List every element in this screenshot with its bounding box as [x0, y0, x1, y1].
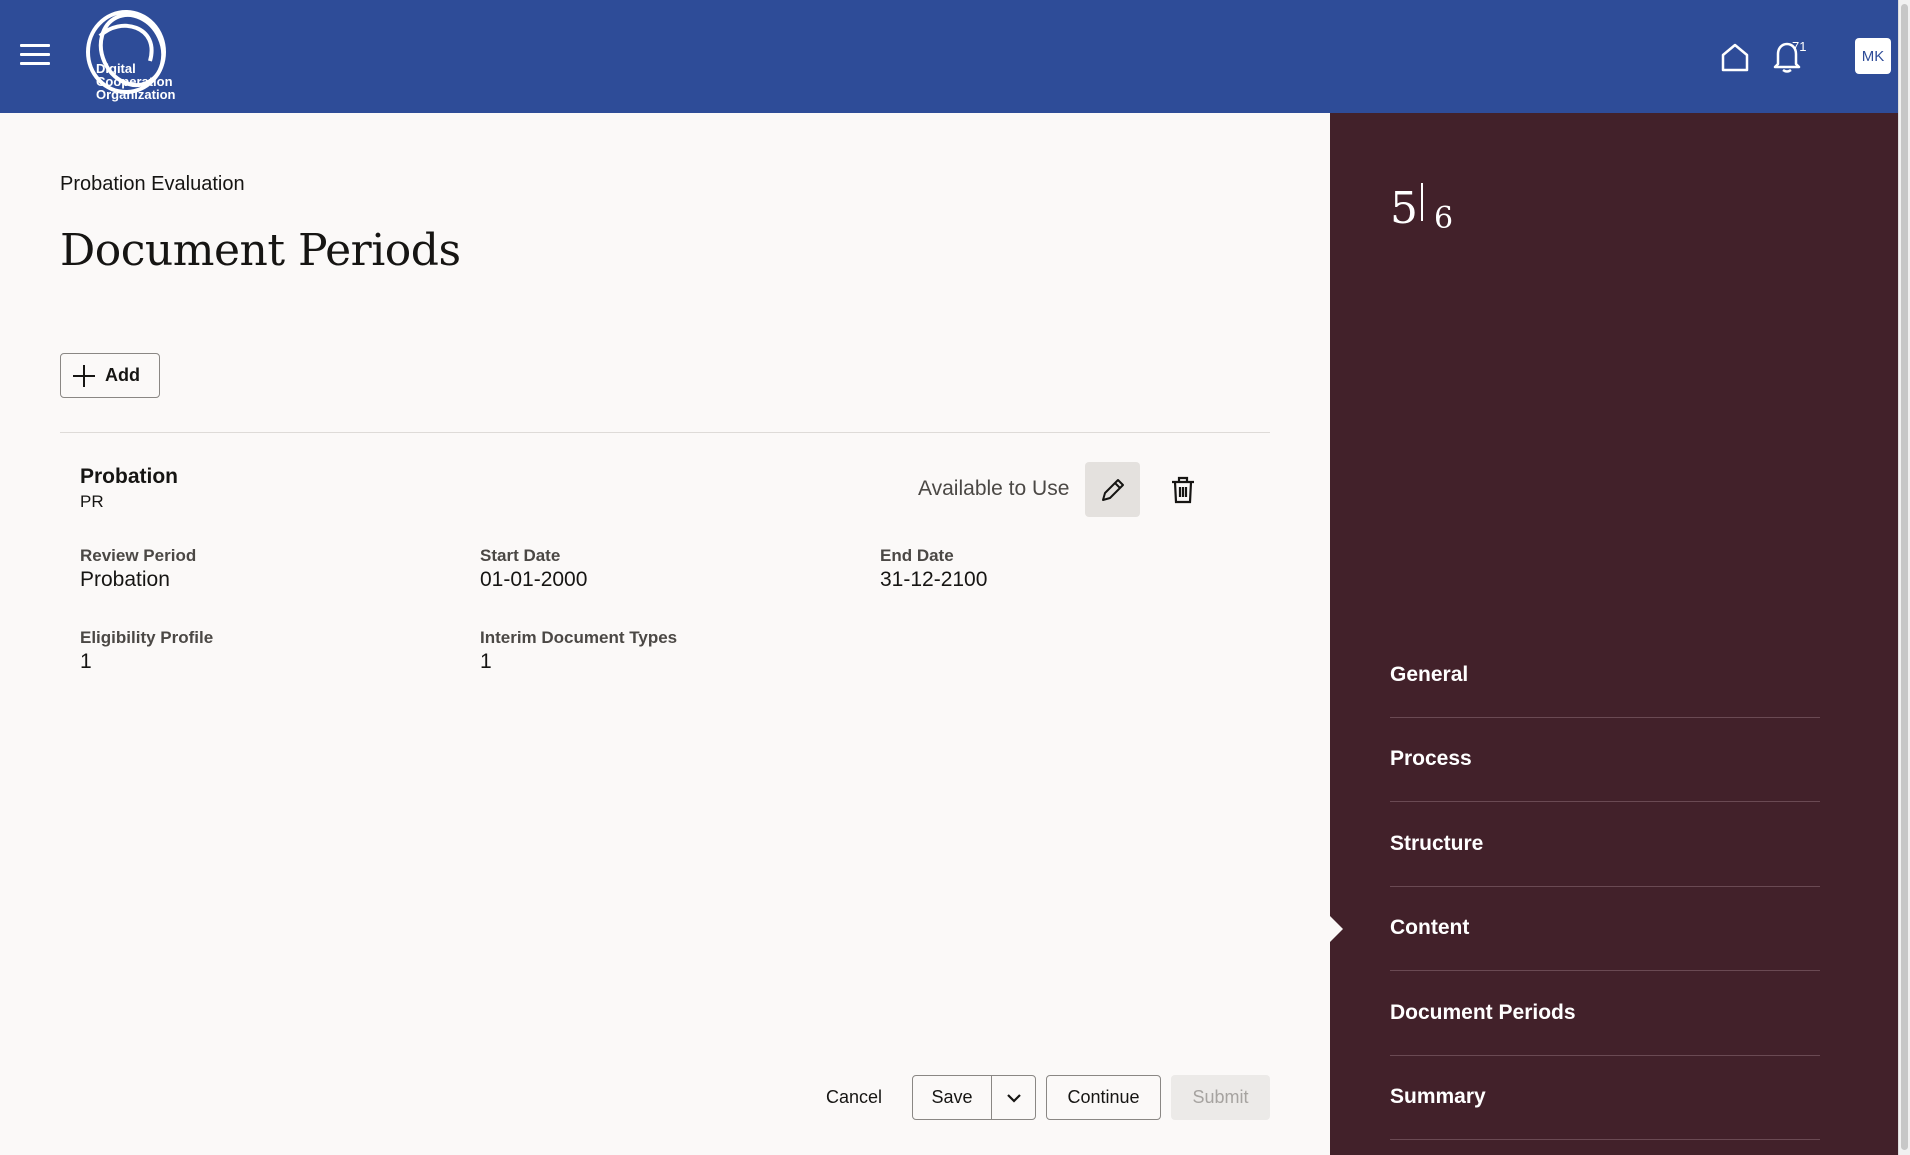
- review-period-label: Review Period: [80, 546, 197, 565]
- step-document-periods[interactable]: Document Periods: [1390, 971, 1820, 1056]
- interim-document-types-value: 1: [480, 650, 492, 673]
- page-scrollbar[interactable]: [1898, 0, 1910, 1155]
- save-button-group: Save: [912, 1075, 1036, 1120]
- logo-wordmark: Digital Cooperation Organization: [96, 62, 175, 101]
- edit-button[interactable]: [1085, 462, 1140, 517]
- notification-count-badge: 71: [1792, 39, 1807, 54]
- page-title: Document Periods: [60, 225, 461, 276]
- hamburger-menu-icon[interactable]: [20, 44, 50, 68]
- step-content[interactable]: Content: [1390, 887, 1820, 971]
- logo-line: Organization: [96, 87, 176, 102]
- pencil-icon: [1101, 478, 1124, 501]
- step-navigation-list: General Process Structure Content Docume…: [1390, 633, 1820, 1140]
- save-options-dropdown[interactable]: [992, 1076, 1035, 1119]
- user-avatar[interactable]: MK: [1855, 38, 1891, 74]
- current-step-number: 5: [1390, 183, 1418, 234]
- start-date-value: 01-01-2000: [480, 568, 588, 591]
- end-date-label: End Date: [880, 546, 954, 565]
- trash-icon: [1171, 476, 1194, 503]
- start-date-label: Start Date: [480, 546, 561, 565]
- step-general[interactable]: General: [1390, 633, 1820, 718]
- scrollbar-thumb[interactable]: [1901, 4, 1908, 1150]
- divider: [60, 432, 1270, 433]
- record-status: Available to Use: [918, 477, 1070, 500]
- plus-icon: [73, 364, 95, 387]
- record-title: Probation: [80, 465, 178, 488]
- submit-button: Submit: [1171, 1075, 1270, 1120]
- step-separator: [1421, 183, 1423, 221]
- continue-button[interactable]: Continue: [1046, 1075, 1161, 1120]
- home-icon[interactable]: [1718, 40, 1752, 74]
- chevron-down-icon: [1006, 1093, 1021, 1103]
- end-date-value: 31-12-2100: [880, 568, 988, 591]
- step-structure[interactable]: Structure: [1390, 802, 1820, 887]
- step-process[interactable]: Process: [1390, 718, 1820, 802]
- eligibility-profile-value: 1: [80, 650, 92, 673]
- interim-document-types-label: Interim Document Types: [480, 628, 678, 647]
- review-period-value: Probation: [80, 568, 170, 591]
- total-steps-number: 6: [1434, 201, 1454, 236]
- delete-button[interactable]: [1155, 462, 1210, 517]
- breadcrumb: Probation Evaluation: [60, 173, 245, 195]
- train-steps-panel: 5 6 General Process Structure Content Do…: [1330, 113, 1898, 1155]
- save-button[interactable]: Save: [913, 1076, 992, 1119]
- cancel-button[interactable]: Cancel: [812, 1075, 896, 1120]
- step-summary[interactable]: Summary: [1390, 1056, 1820, 1140]
- record-code: PR: [80, 492, 104, 511]
- add-button[interactable]: Add: [60, 353, 160, 398]
- active-step-pointer-icon: [1330, 916, 1343, 942]
- top-navigation-bar: Digital Cooperation Organization 71 MK: [0, 0, 1898, 113]
- eligibility-profile-label: Eligibility Profile: [80, 628, 214, 647]
- add-button-label: Add: [105, 365, 140, 385]
